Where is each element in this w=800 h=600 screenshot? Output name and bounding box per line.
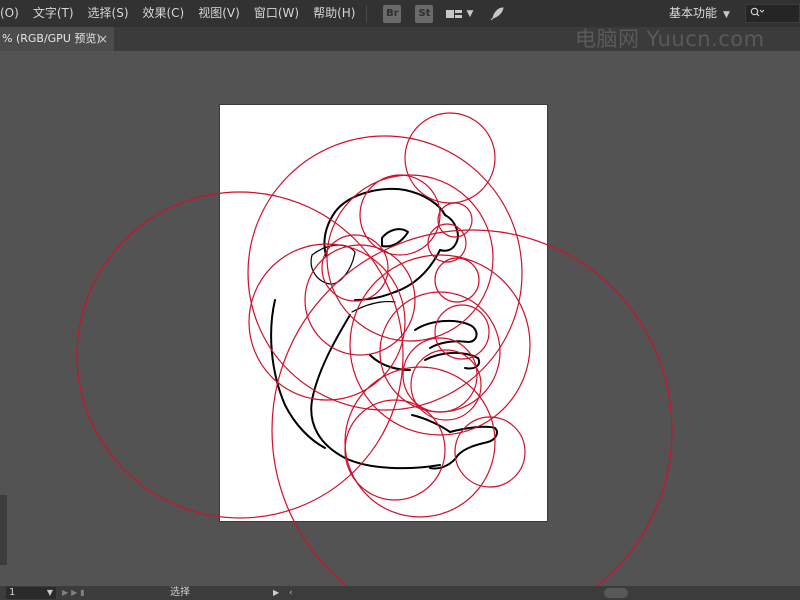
status-bar: 1 ▼ ▶▶▮ 选择 ▶ ‹ xyxy=(0,586,800,600)
current-tool-label: 选择 xyxy=(170,587,190,598)
sketch-arm xyxy=(414,319,478,349)
sketch-ear xyxy=(381,228,409,248)
construction-circle[interactable] xyxy=(247,135,523,411)
construction-circle[interactable] xyxy=(410,349,482,421)
construction-circles xyxy=(76,112,673,600)
play-arrow-icon[interactable]: ▶ xyxy=(273,586,279,600)
construction-circle[interactable] xyxy=(344,366,496,518)
panel-collapse-handle[interactable] xyxy=(0,495,7,565)
horizontal-scroll-thumb[interactable] xyxy=(604,588,628,598)
construction-circle[interactable] xyxy=(326,174,494,342)
horizontal-scrollbar[interactable] xyxy=(300,588,800,598)
construction-circle[interactable] xyxy=(344,399,446,501)
sketch-snout xyxy=(439,214,459,252)
sketch-head-outline xyxy=(334,187,446,216)
page-number-field[interactable]: 1 ▼ xyxy=(6,587,56,599)
construction-circle[interactable] xyxy=(404,112,496,204)
sketch-cheek xyxy=(354,249,441,301)
construction-circle[interactable] xyxy=(427,223,467,263)
chevron-down-icon: ▼ xyxy=(46,588,53,597)
scroll-left-icon[interactable]: ‹ xyxy=(289,586,293,600)
construction-circle[interactable] xyxy=(402,337,478,413)
construction-circle[interactable] xyxy=(434,304,490,360)
sketch-left-stroke xyxy=(270,299,326,449)
artwork-overlay[interactable] xyxy=(0,0,800,600)
page-nav-arrows-icon[interactable]: ▶▶▮ xyxy=(62,586,88,600)
page-number: 1 xyxy=(9,587,16,598)
construction-circle[interactable] xyxy=(349,254,531,436)
construction-circle[interactable] xyxy=(437,202,473,238)
construction-circle[interactable] xyxy=(434,257,480,303)
